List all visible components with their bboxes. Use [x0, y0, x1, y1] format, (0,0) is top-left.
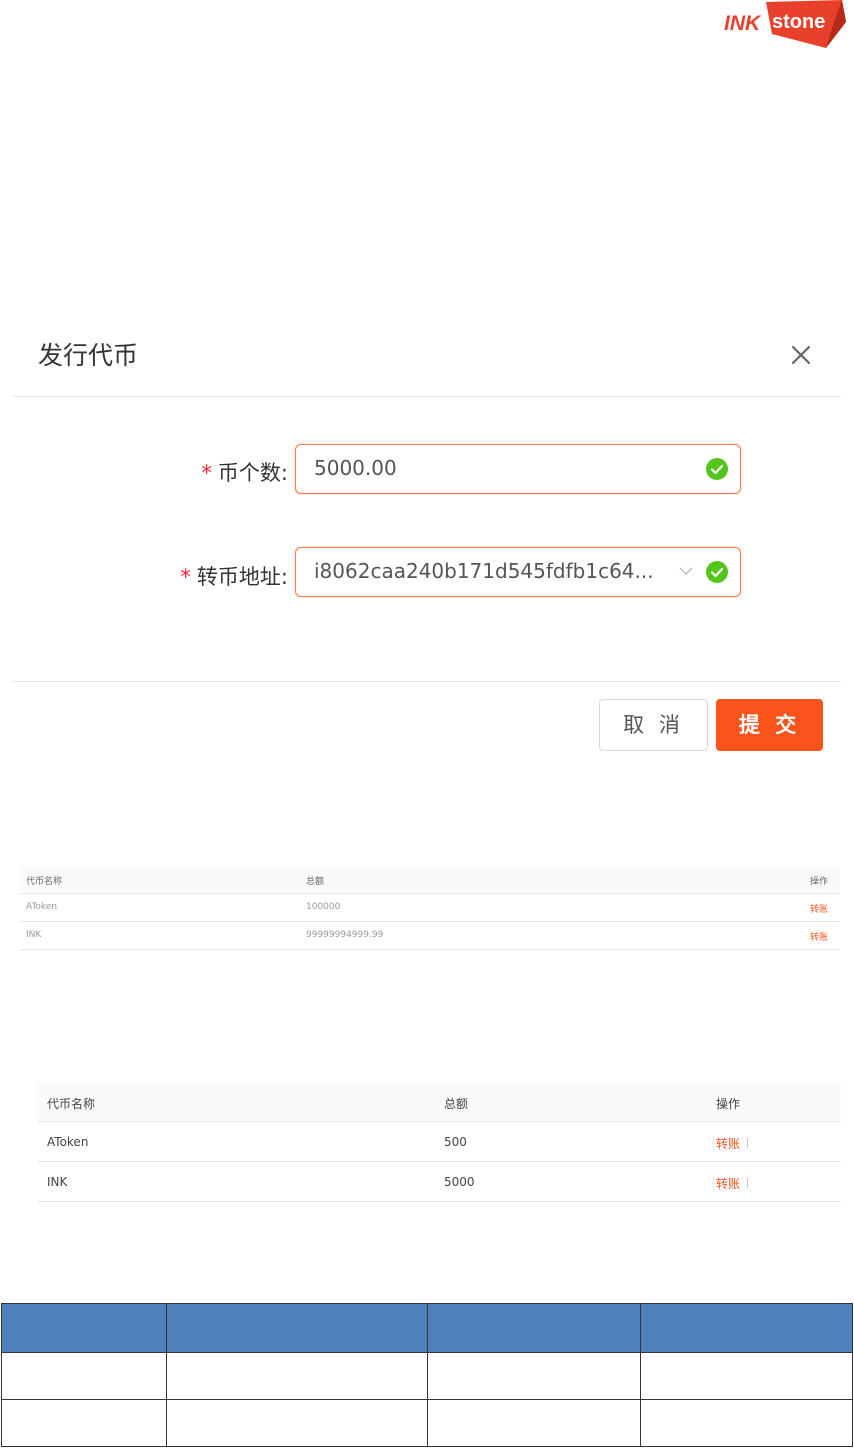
check-circle-icon: [706, 458, 728, 480]
table-cell: [166, 1399, 428, 1447]
action-cell: 转账: [716, 1175, 749, 1192]
token-name: INK: [26, 930, 42, 940]
token-name: INK: [47, 1175, 68, 1189]
cancel-button[interactable]: 取 消: [599, 699, 708, 751]
inkstone-logo: INK stone: [722, 0, 848, 50]
header-cell: [427, 1303, 641, 1353]
table-row: [1, 1352, 853, 1400]
header-cell: [166, 1303, 428, 1353]
action-cell: 转账: [716, 1135, 749, 1152]
close-icon[interactable]: [786, 340, 816, 370]
token-name: AToken: [26, 902, 58, 912]
token-table-medium: 代币名称 总额 操作 AToken 500 转账 INK 5000 转账: [37, 1082, 841, 1202]
transfer-link[interactable]: 转账: [716, 1137, 740, 1151]
token-table-small: 代币名称 总额 操作 AToken 100000 转账 INK 99999994…: [20, 866, 840, 950]
check-circle-icon: [706, 561, 728, 583]
empty-blue-table: [1, 1303, 853, 1447]
coin-count-label: * 币个数:: [201, 461, 288, 485]
transfer-address-value: i8062caa240b171d545fdfb1c64...: [314, 559, 654, 583]
header-total: 总额: [444, 1097, 469, 1111]
coin-count-value: 5000.00: [314, 456, 397, 480]
modal-header-divider: [12, 396, 841, 397]
table-cell: [1, 1352, 167, 1400]
token-total: 5000: [444, 1175, 475, 1189]
header-action: 操作: [716, 1097, 741, 1111]
action-separator: [747, 1138, 749, 1149]
table-cell: [166, 1352, 428, 1400]
modal-footer-divider: [12, 681, 841, 682]
modal-title: 发行代币: [38, 341, 139, 370]
svg-text:stone: stone: [772, 11, 825, 33]
table-row: AToken 100000 转账: [20, 894, 840, 922]
token-name: AToken: [47, 1135, 89, 1149]
header-action: 操作: [810, 877, 829, 887]
table-row: AToken 500 转账: [37, 1122, 841, 1162]
table-row: INK 5000 转账: [37, 1162, 841, 1202]
action-separator: [747, 1178, 749, 1189]
header-cell: [1, 1303, 167, 1353]
table-cell: [1, 1399, 167, 1447]
token-total: 500: [444, 1135, 467, 1149]
table-header-row: 代币名称 总额 操作: [37, 1082, 841, 1122]
table-row: [1, 1399, 853, 1447]
header-token-name: 代币名称: [26, 877, 63, 887]
table-cell: [427, 1399, 641, 1447]
table-cell: [640, 1399, 853, 1447]
token-total: 100000: [306, 902, 341, 912]
svg-text:INK: INK: [724, 12, 762, 35]
table-header-row: 代币名称 总额 操作: [20, 866, 840, 894]
token-total: 99999994999.99: [306, 930, 384, 940]
transfer-link[interactable]: 转账: [810, 930, 828, 943]
header-cell: [640, 1303, 853, 1353]
transfer-address-select[interactable]: i8062caa240b171d545fdfb1c64...: [295, 547, 741, 597]
header-token-name: 代币名称: [47, 1097, 96, 1111]
table-cell: [640, 1352, 853, 1400]
table-cell: [427, 1352, 641, 1400]
transfer-address-label: * 转币地址:: [180, 565, 288, 589]
submit-button[interactable]: 提 交: [716, 699, 823, 751]
chevron-down-icon: [678, 563, 694, 579]
transfer-link[interactable]: 转账: [810, 902, 828, 915]
transfer-link[interactable]: 转账: [716, 1177, 740, 1191]
table-header-row: [1, 1303, 853, 1353]
coin-count-input[interactable]: 5000.00: [295, 444, 741, 494]
header-total: 总额: [306, 877, 325, 887]
table-row: INK 99999994999.99 转账: [20, 922, 840, 950]
